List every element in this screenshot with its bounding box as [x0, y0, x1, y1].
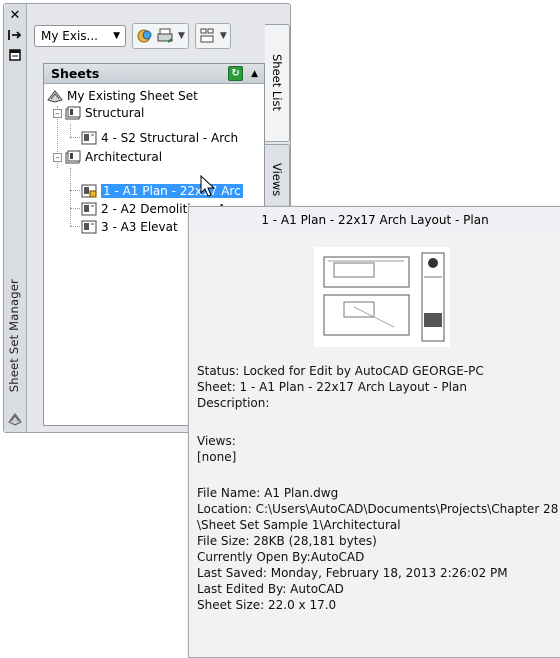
sheets-header-label: Sheets: [51, 66, 100, 81]
collapse-icon[interactable]: –: [53, 152, 62, 162]
mouse-cursor-icon: [200, 175, 216, 197]
sheet-icon: [81, 131, 97, 145]
tree-group-structural[interactable]: – Structural: [53, 104, 144, 122]
tooltip-description: Description:: [197, 396, 270, 410]
sheet-set-icon: [8, 412, 22, 426]
tree-line: [70, 168, 71, 226]
tree-sheet-label: 3 - A3 Elevat: [101, 220, 178, 234]
tooltip-open-by: Currently Open By:AutoCAD: [197, 550, 365, 564]
tree-line: [70, 124, 71, 137]
tooltip-file-name: File Name: A1 Plan.dwg: [197, 486, 339, 500]
palette-titlebar[interactable]: ✕ Sheet Set Manager: [4, 4, 27, 432]
close-icon[interactable]: ✕: [7, 8, 23, 23]
tab-sheet-list-label: Sheet List: [270, 54, 284, 112]
tree-sheet[interactable]: 3 - A3 Elevat: [81, 218, 178, 236]
sheets-header: Sheets ↻ ▲: [44, 64, 264, 84]
tree-root[interactable]: My Existing Sheet Set: [47, 87, 198, 105]
sheet-icon: [81, 202, 97, 216]
publish-icon[interactable]: [157, 27, 175, 45]
tree-sheet-selected[interactable]: 1 - A1 Plan - 22x17 Arc: [81, 182, 243, 200]
tooltip-file-size: File Size: 28KB (28,181 bytes): [197, 534, 377, 548]
tree-sheet-label: 1 - A1 Plan - 22x17 Arc: [101, 184, 243, 198]
tooltip-status: Status: Locked for Edit by AutoCAD GEORG…: [197, 364, 484, 378]
tooltip-location-cont: \Sheet Set Sample 1\Architectural: [197, 518, 401, 532]
tab-sheet-list[interactable]: Sheet List: [265, 24, 290, 142]
sheet-icon: [81, 220, 97, 234]
view-options-dropdown-icon[interactable]: ▼: [220, 31, 227, 41]
palette-title: Sheet Set Manager: [7, 278, 21, 392]
publish-dropdown-icon[interactable]: ▼: [178, 31, 185, 41]
tree-line: [70, 208, 80, 209]
tab-views-label: Views: [270, 163, 284, 197]
tooltip-last-edited: Last Edited By: AutoCAD: [197, 582, 344, 596]
tree-line: [70, 190, 80, 191]
tree-group-label: Structural: [85, 106, 145, 120]
sheet-set-combo-value: My Exis...: [41, 29, 98, 43]
sheet-tooltip: 1 - A1 Plan - 22x17 Arch Layout - Plan S…: [188, 206, 560, 658]
tree-line: [70, 137, 80, 138]
tree-sheet[interactable]: 4 - S2 Structural - Arch: [81, 129, 238, 147]
tooltip-sheet-size: Sheet Size: 22.0 x 17.0: [197, 598, 337, 612]
tooltip-last-saved: Last Saved: Monday, February 18, 2013 2:…: [197, 566, 508, 580]
refresh-icon[interactable]: ↻: [228, 66, 244, 81]
sheet-set-combo[interactable]: My Exis... ▼: [34, 25, 126, 47]
tool-group-1: ▼: [132, 23, 189, 49]
collapse-icon[interactable]: –: [53, 108, 62, 118]
tree-sheet-label: 4 - S2 Structural - Arch: [101, 131, 239, 145]
tool-group-2: ▼: [194, 23, 231, 49]
tooltip-location: Location: C:\Users\AutoCAD\Documents\Pro…: [197, 502, 559, 516]
sheet-set-icon: [47, 90, 63, 103]
tree-group-label: Architectural: [85, 150, 163, 164]
autohide-icon[interactable]: [7, 28, 23, 42]
tooltip-sheet: Sheet: 1 - A1 Plan - 22x17 Arch Layout -…: [197, 380, 467, 394]
tree-group-architectural[interactable]: – Architectural: [53, 148, 162, 166]
tooltip-views-value: [none]: [197, 450, 237, 464]
tooltip-views-label: Views:: [197, 434, 236, 448]
subset-icon: [65, 150, 81, 164]
properties-icon[interactable]: [7, 48, 23, 62]
tooltip-body: Status: Locked for Edit by AutoCAD GEORG…: [189, 233, 560, 657]
subset-icon: [65, 106, 81, 120]
view-options-icon[interactable]: [199, 27, 217, 45]
sheet-thumbnail: [314, 247, 450, 347]
toolbar: My Exis... ▼ ▼ ▼: [34, 23, 231, 49]
collapse-up-icon[interactable]: ▲: [251, 69, 258, 79]
locked-sheet-icon: [81, 184, 97, 198]
tree-root-label: My Existing Sheet Set: [67, 89, 198, 103]
resource-drawings-icon[interactable]: [136, 27, 154, 45]
chevron-down-icon: ▼: [113, 31, 120, 41]
tooltip-title: 1 - A1 Plan - 22x17 Arch Layout - Plan: [189, 207, 560, 234]
tree-line: [70, 226, 80, 227]
